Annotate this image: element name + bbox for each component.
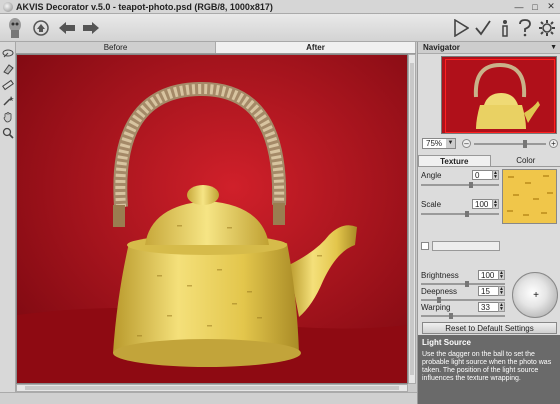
title-bar: AKVIS Decorator v.5.0 - teapot-photo.psd… [0,0,560,14]
navigator-preview[interactable] [441,56,557,134]
tab-texture[interactable]: Texture [418,155,491,166]
run-icon[interactable] [450,17,472,39]
tab-after[interactable]: After [216,42,416,53]
image-canvas[interactable] [16,54,408,384]
help-title: Light Source [422,338,471,347]
open-icon[interactable] [30,17,52,39]
angle-label: Angle [421,171,442,180]
help-panel: Light Source Use the dagger on the ball … [418,335,560,404]
chevron-down-icon[interactable]: ▼ [446,139,455,148]
angle-input[interactable]: 0 [472,170,494,180]
texture-swatch[interactable] [502,169,557,224]
hand-icon[interactable] [1,110,15,124]
apply-icon[interactable] [472,17,494,39]
zoom-slider-knob[interactable] [522,140,527,148]
vertical-scrollbar[interactable] [408,54,416,384]
warping-spin[interactable]: ▲ ▼ [498,302,505,312]
window-controls: — □ ✕ [512,1,558,12]
scale-slider[interactable] [421,211,499,217]
settings-panel: Navigator ▼ 75% ▼ – + Texture Color Angl… [417,42,560,404]
close-icon[interactable]: ✕ [544,1,558,12]
zoom-select[interactable]: 75% ▼ [422,138,456,149]
reset-button[interactable]: Reset to Default Settings [422,322,557,334]
warping-label: Warping [421,303,451,312]
warping-slider[interactable] [421,313,505,319]
redo-icon[interactable] [80,17,102,39]
navigator-title: Navigator [423,43,460,52]
view-tabs: Before After [16,42,416,54]
info-icon[interactable] [494,17,516,39]
teapot-photo [17,55,407,383]
navigator-header: Navigator ▼ [418,42,560,54]
horizontal-scrollbar[interactable] [16,384,408,392]
app-icon [3,1,13,12]
brightness-slider[interactable] [421,281,505,287]
dagger-icon[interactable]: + [531,291,541,301]
deepness-label: Deepness [421,287,458,296]
zoom-controls: 75% ▼ – + [418,137,560,151]
help-icon[interactable] [514,17,536,39]
collapse-icon[interactable]: ▼ [550,42,557,54]
help-text: Use the dagger on the ball to set the pr… [422,351,552,382]
scale-label: Scale [421,200,442,209]
zoom-out-icon[interactable]: – [462,139,471,148]
maximize-icon[interactable]: □ [528,1,542,12]
deepness-input[interactable]: 15 [478,286,500,296]
settings-icon[interactable] [536,17,558,39]
light-source-ball[interactable]: + [512,272,558,318]
brightness-label: Brightness [421,271,459,280]
ruler-icon[interactable] [1,78,15,92]
logo-icon [4,17,26,39]
main-toolbar [0,14,560,42]
window-title: AKVIS Decorator v.5.0 - teapot-photo.psd… [16,1,273,12]
warping-input[interactable]: 33 [478,302,500,312]
tools-panel [0,42,16,404]
texture-path-field[interactable] [432,241,500,251]
scale-spin[interactable]: ▲ ▼ [492,199,499,209]
deepness-slider[interactable] [421,297,505,303]
settings-tabs: Texture Color [418,155,560,167]
tab-before[interactable]: Before [16,42,216,53]
minimize-icon[interactable]: — [512,1,526,12]
deepness-spin[interactable]: ▲ ▼ [498,286,505,296]
undo-icon[interactable] [56,17,78,39]
navigator-viewport-frame[interactable] [445,59,555,133]
magic-wand-icon[interactable] [1,94,15,108]
zoom-in-icon[interactable]: + [549,139,558,148]
brightness-input[interactable]: 100 [478,270,500,280]
zoom-icon[interactable] [1,126,15,140]
zoom-slider[interactable] [474,140,546,148]
brightness-spin[interactable]: ▲ ▼ [498,270,505,280]
scale-input[interactable]: 100 [472,199,494,209]
eraser-icon[interactable] [1,62,15,76]
tab-color[interactable]: Color [491,155,560,166]
zoom-value: 75% [426,139,443,148]
texture-checkbox[interactable] [421,242,429,250]
angle-spin[interactable]: ▲ ▼ [492,170,499,180]
selection-brush-icon[interactable] [1,46,15,60]
angle-slider[interactable] [421,182,499,188]
